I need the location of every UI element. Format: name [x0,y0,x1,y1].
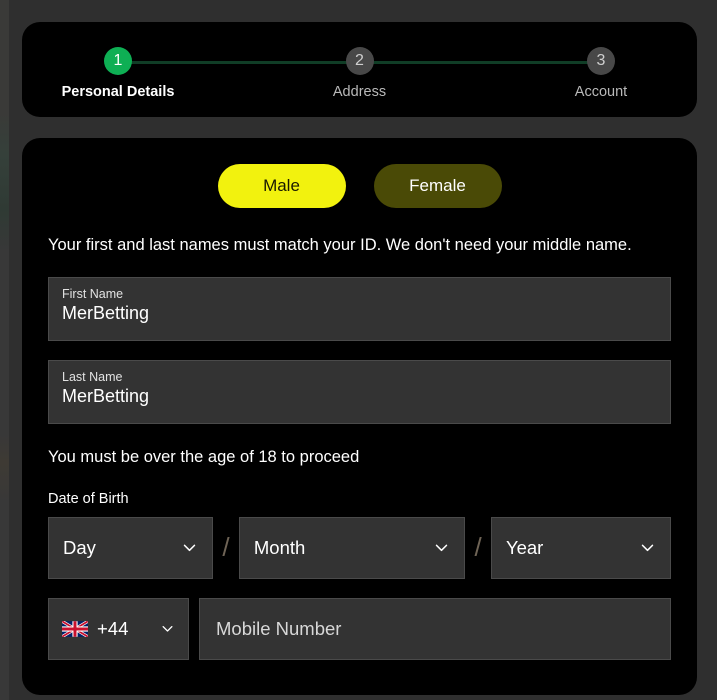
stepper-step-3-label: Account [574,83,628,100]
chevron-down-icon [181,539,198,556]
chevron-down-icon [639,539,656,556]
country-code-select[interactable]: +44 [48,597,189,660]
date-of-birth-group: Day / Month / Year [48,516,671,579]
first-name-label: First Name [62,286,124,301]
date-of-birth-label: Date of Birth [48,490,129,507]
dob-day-value: Day [63,536,96,558]
stepper-step-account[interactable]: 3 Account [511,43,691,100]
stepper-step-address[interactable]: 2 Address [270,43,450,100]
progress-stepper: 1 Personal Details 2 Address 3 Account [62,43,657,103]
stepper-step-3-circle: 3 [587,46,615,75]
mobile-number-group: +44 [48,597,671,660]
dob-separator-1: / [222,532,230,563]
last-name-field[interactable]: Last Name [48,359,671,424]
personal-details-form-card: Male Female Your first and last names mu… [22,138,697,695]
dob-month-select[interactable]: Month [238,516,466,579]
stepper-step-1-circle: 1 [104,46,132,75]
mobile-number-input[interactable] [216,617,654,640]
united-kingdom-flag-icon [62,620,88,637]
mobile-number-field[interactable] [199,597,671,660]
age-restriction-notice: You must be over the age of 18 to procee… [48,447,360,466]
gender-toggle-group: Male Female [48,164,671,208]
first-name-input[interactable] [62,300,657,324]
gender-option-female[interactable]: Female [373,164,502,208]
stepper-step-2-label: Address [332,83,387,100]
last-name-label: Last Name [62,369,123,384]
name-helper-text: Your first and last names must match you… [48,236,632,254]
page-left-edge-strip [0,0,9,700]
stepper-step-2-circle: 2 [345,46,374,75]
progress-stepper-card: 1 Personal Details 2 Address 3 Account [22,22,697,117]
country-dial-code: +44 [97,617,129,639]
last-name-input[interactable] [62,383,657,407]
chevron-down-icon [433,539,450,556]
dob-year-value: Year [505,536,544,558]
stepper-step-1-label: Personal Details [61,83,175,100]
dob-day-select[interactable]: Day [48,516,214,579]
registration-page: 1 Personal Details 2 Address 3 Account M… [9,0,717,700]
dob-year-select[interactable]: Year [490,516,671,579]
first-name-field[interactable]: First Name [48,276,671,341]
stepper-step-personal-details[interactable]: 1 Personal Details [28,43,208,100]
dob-month-value: Month [253,536,306,558]
chevron-down-icon [160,621,175,636]
dob-separator-2: / [474,532,482,563]
gender-option-male[interactable]: Male [217,164,346,208]
